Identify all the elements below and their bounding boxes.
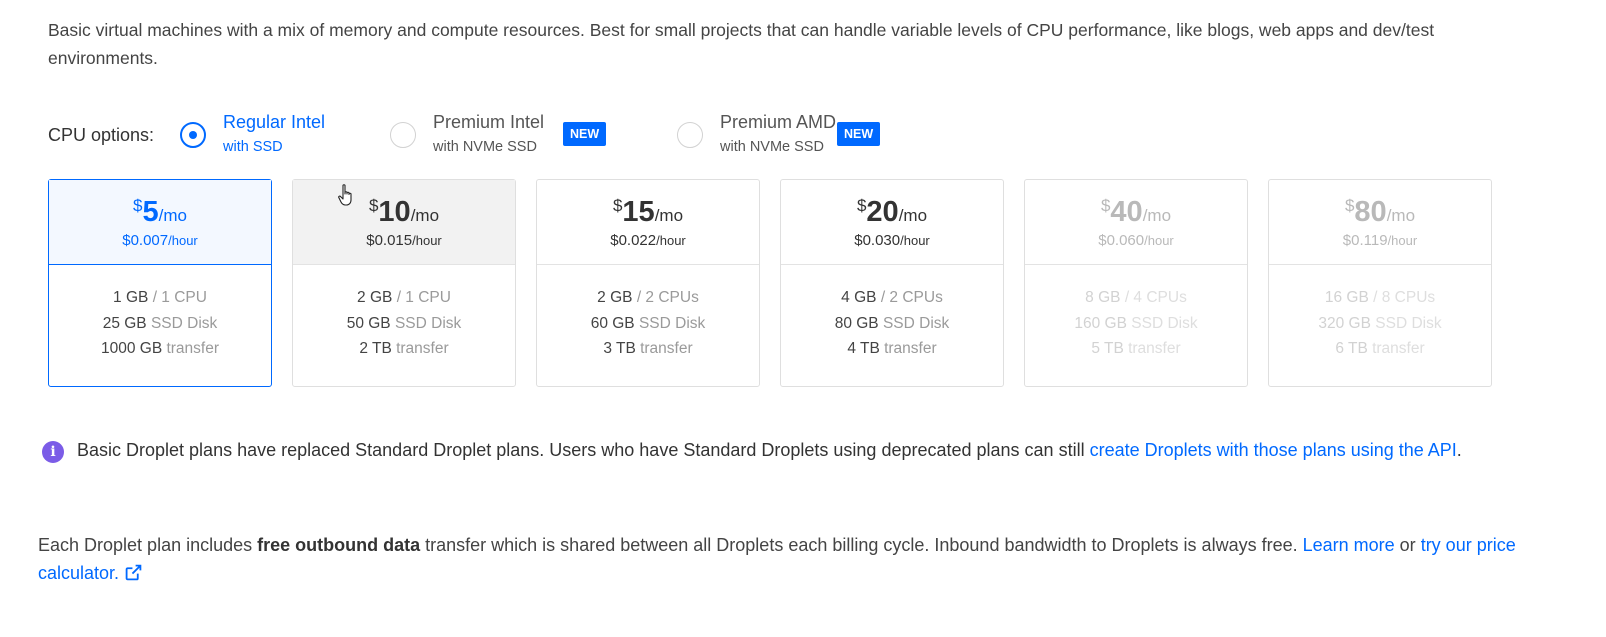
spec-transfer: 2 TB transfer [359, 340, 449, 357]
hourly-price: $0.060/hour [1098, 232, 1174, 249]
currency-symbol: $ [368, 196, 379, 215]
cpu-option-subtitle: with NVMe SSD [433, 139, 537, 155]
price-period: /mo [410, 206, 440, 225]
price-period: /mo [898, 206, 928, 225]
spec-disk: 60 GB SSD Disk [590, 314, 706, 332]
currency-symbol: $ [1344, 196, 1355, 215]
plan-specs: 8 GB / 4 CPUs 160 GB SSD Disk 5 TB trans… [1025, 265, 1247, 362]
plan-specs: 4 GB / 2 CPUs 80 GB SSD Disk 4 TB transf… [781, 265, 1003, 362]
monthly-price: $20/mo [781, 196, 1003, 228]
radio-button[interactable] [677, 122, 703, 148]
hourly-price: $0.015/hour [366, 232, 442, 249]
plan-card-5[interactable]: $5/mo $0.007/hour 1 GB / 1 CPU 25 GB SSD… [48, 179, 272, 387]
cpu-option-subtitle: with SSD [223, 139, 283, 155]
new-badge: NEW [563, 122, 607, 146]
spec-transfer: 3 TB transfer [603, 340, 693, 357]
hourly-price: $0.119/hour [1342, 232, 1418, 249]
spec-disk: 50 GB SSD Disk [346, 314, 462, 332]
plan-price-section: $5/mo $0.007/hour [49, 180, 271, 265]
plan-card-15[interactable]: $15/mo $0.022/hour 2 GB / 2 CPUs 60 GB S… [536, 179, 760, 387]
currency-symbol: $ [856, 196, 867, 215]
spec-disk: 80 GB SSD Disk [834, 314, 950, 332]
cpu-option-premium-intel[interactable]: Premium Intel with NVMe SSD NEW [390, 112, 630, 160]
plan-price-section: $20/mo $0.030/hour [781, 180, 1003, 265]
info-notice-text: Basic Droplet plans have replaced Standa… [77, 440, 1462, 460]
price-period: /mo [158, 206, 187, 225]
plan-card-10[interactable]: $10/mo $0.015/hour 2 GB / 1 CPU 50 GB SS… [292, 179, 516, 387]
plan-card-40[interactable]: $40/mo $0.060/hour 8 GB / 4 CPUs 160 GB … [1024, 179, 1248, 387]
price-period: /mo [654, 206, 684, 225]
spec-transfer: 6 TB transfer [1335, 340, 1425, 357]
price-amount: 10 [378, 196, 411, 228]
plan-price-section: $80/mo $0.119/hour [1269, 180, 1491, 265]
cpu-options-label: CPU options: [48, 125, 155, 145]
hourly-price: $0.007/hour [122, 232, 198, 249]
bandwidth-note: Each Droplet plan includes free outbound… [38, 535, 1516, 583]
plan-price-section: $40/mo $0.060/hour [1025, 180, 1247, 265]
spec-disk: 25 GB SSD Disk [102, 314, 218, 332]
plan-specs: 2 GB / 1 CPU 50 GB SSD Disk 2 TB transfe… [293, 265, 515, 362]
spec-transfer: 5 TB transfer [1091, 340, 1181, 357]
plan-price-section: $15/mo $0.022/hour [537, 180, 759, 265]
monthly-price: $40/mo [1025, 196, 1247, 228]
price-amount: 5 [142, 196, 159, 228]
monthly-price: $5/mo [49, 196, 271, 228]
plan-specs: 2 GB / 2 CPUs 60 GB SSD Disk 3 TB transf… [537, 265, 759, 362]
spec-memory-cpu: 4 GB / 2 CPUs [841, 289, 943, 306]
plan-card-80[interactable]: $80/mo $0.119/hour 16 GB / 8 CPUs 320 GB… [1268, 179, 1492, 387]
plan-specs: 16 GB / 8 CPUs 320 GB SSD Disk 6 TB tran… [1269, 265, 1491, 362]
spec-memory-cpu: 8 GB / 4 CPUs [1085, 289, 1187, 306]
radio-button[interactable] [390, 122, 416, 148]
plan-card-20[interactable]: $20/mo $0.030/hour 4 GB / 2 CPUs 80 GB S… [780, 179, 1004, 387]
new-badge: NEW [837, 122, 881, 146]
price-amount: 80 [1354, 196, 1387, 228]
price-period: /mo [1142, 206, 1172, 225]
api-plans-link[interactable]: create Droplets with those plans using t… [1090, 440, 1457, 460]
spec-memory-cpu: 2 GB / 1 CPU [357, 289, 451, 306]
price-period: /mo [1386, 206, 1416, 225]
spec-transfer: 1000 GB transfer [100, 340, 220, 357]
spec-memory-cpu: 1 GB / 1 CPU [113, 289, 207, 306]
external-link-icon [125, 564, 142, 581]
plan-price-section: $10/mo $0.015/hour [293, 180, 515, 265]
spec-memory-cpu: 2 GB / 2 CPUs [597, 289, 699, 306]
monthly-price: $10/mo [293, 196, 515, 228]
plan-cards: $5/mo $0.007/hour 1 GB / 1 CPU 25 GB SSD… [48, 179, 1498, 387]
cpu-option-title: Regular Intel [223, 112, 326, 132]
info-icon: i [42, 441, 64, 463]
hand-pointer-cursor-icon [338, 184, 352, 206]
radio-button-checked[interactable] [180, 122, 206, 148]
cpu-option-title: Premium AMD [720, 112, 837, 132]
spec-memory-cpu: 16 GB / 8 CPUs [1324, 289, 1436, 306]
monthly-price: $80/mo [1269, 196, 1491, 228]
cpu-options-group: CPU options: Regular Intel with SSD Prem… [48, 112, 1048, 160]
cpu-option-regular-intel[interactable]: Regular Intel with SSD [180, 112, 380, 160]
plan-description: Basic virtual machines with a mix of mem… [48, 20, 1435, 68]
spec-disk: 320 GB SSD Disk [1318, 314, 1442, 332]
currency-symbol: $ [612, 196, 623, 215]
spec-disk: 160 GB SSD Disk [1074, 314, 1198, 332]
currency-symbol: $ [133, 196, 143, 215]
cpu-option-premium-amd[interactable]: Premium AMD with NVMe SSD NEW [677, 112, 917, 160]
spec-transfer: 4 TB transfer [847, 340, 937, 357]
cpu-option-title: Premium Intel [433, 112, 545, 132]
plan-specs: 1 GB / 1 CPU 25 GB SSD Disk 1000 GB tran… [49, 265, 271, 362]
hourly-price: $0.030/hour [854, 232, 930, 249]
price-amount: 40 [1110, 196, 1143, 228]
currency-symbol: $ [1100, 196, 1111, 215]
price-amount: 20 [866, 196, 899, 228]
monthly-price: $15/mo [537, 196, 759, 228]
cpu-option-subtitle: with NVMe SSD [720, 139, 824, 155]
learn-more-link[interactable]: Learn more [1303, 535, 1395, 555]
hourly-price: $0.022/hour [610, 232, 686, 249]
free-outbound-bold: free outbound data [257, 535, 421, 555]
price-amount: 15 [622, 196, 655, 228]
